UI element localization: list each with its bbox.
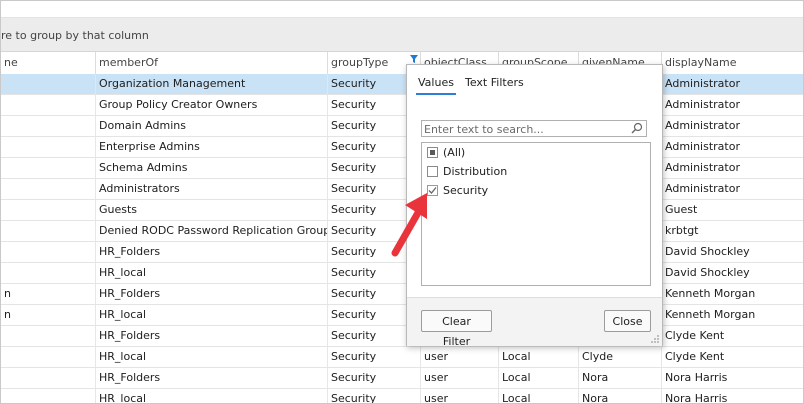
- table-row[interactable]: HR_Folders Security user Local Nora Nora Harr…: [1, 368, 803, 389]
- cell-objectclass[interactable]: user: [421, 389, 499, 403]
- table-row[interactable]: Enterprise Admins Security Administrator: [1, 137, 803, 158]
- cell-name[interactable]: [1, 368, 96, 388]
- cell-memberof[interactable]: HR_Folders: [96, 284, 328, 304]
- tab-text-filters[interactable]: Text Filters: [465, 76, 524, 89]
- column-header-memberof[interactable]: memberOf: [96, 52, 328, 74]
- cell-memberof[interactable]: Guests: [96, 200, 328, 220]
- table-row[interactable]: HR_local Security user Local Clyde Clyde Kent: [1, 347, 803, 368]
- cell-displayname[interactable]: Administrator: [662, 158, 803, 178]
- cell-groupscope[interactable]: Local: [499, 347, 579, 367]
- cell-objectclass[interactable]: user: [421, 368, 499, 388]
- cell-displayname[interactable]: Clyde Kent: [662, 326, 803, 346]
- cell-name[interactable]: [1, 200, 96, 220]
- cell-displayname[interactable]: David Shockley: [662, 263, 803, 283]
- cell-displayname[interactable]: Kenneth Morgan: [662, 305, 803, 325]
- cell-memberof[interactable]: HR_local: [96, 347, 328, 367]
- table-row[interactable]: HR_Folders Security Clyde Kent: [1, 326, 803, 347]
- cell-name[interactable]: [1, 137, 96, 157]
- cell-name[interactable]: [1, 74, 96, 94]
- annotation-arrow-icon: [391, 193, 427, 257]
- cell-grouptype[interactable]: Security: [328, 368, 421, 388]
- cell-name[interactable]: [1, 221, 96, 241]
- cell-memberof[interactable]: Enterprise Admins: [96, 137, 328, 157]
- column-header-row: ne memberOf groupType objectClass groupS…: [1, 52, 803, 75]
- checkbox-indeterminate[interactable]: [427, 147, 438, 158]
- cell-grouptype[interactable]: Security: [328, 347, 421, 367]
- group-by-panel[interactable]: re to group by that column: [1, 18, 803, 52]
- cell-displayname[interactable]: Administrator: [662, 116, 803, 136]
- filter-tabs: Values Text Filters: [407, 65, 662, 101]
- cell-displayname[interactable]: Clyde Kent: [662, 347, 803, 367]
- cell-name[interactable]: [1, 389, 96, 403]
- tab-values[interactable]: Values: [416, 76, 456, 95]
- cell-name[interactable]: [1, 263, 96, 283]
- filter-popup-footer: Clear Filter Close: [407, 297, 662, 348]
- cell-grouptype[interactable]: Security: [328, 389, 421, 403]
- cell-displayname[interactable]: Guest: [662, 200, 803, 220]
- cell-memberof[interactable]: Denied RODC Password Replication Group: [96, 221, 328, 241]
- cell-name[interactable]: [1, 347, 96, 367]
- cell-displayname[interactable]: Kenneth Morgan: [662, 284, 803, 304]
- cell-name[interactable]: [1, 242, 96, 262]
- cell-memberof[interactable]: Administrators: [96, 179, 328, 199]
- cell-groupscope[interactable]: Local: [499, 389, 579, 403]
- cell-memberof[interactable]: HR_local: [96, 389, 328, 403]
- cell-name[interactable]: [1, 95, 96, 115]
- table-row[interactable]: Domain Admins Security Administrator: [1, 116, 803, 137]
- cell-memberof[interactable]: HR_Folders: [96, 326, 328, 346]
- column-header-displayname[interactable]: displayName: [662, 52, 803, 74]
- cell-memberof[interactable]: HR_local: [96, 305, 328, 325]
- cell-name[interactable]: [1, 158, 96, 178]
- filter-value-label: Security: [443, 184, 489, 197]
- cell-name[interactable]: [1, 326, 96, 346]
- cell-name[interactable]: [1, 179, 96, 199]
- toolbar-strip: [1, 1, 803, 18]
- table-row[interactable]: HR_local Security user Local Nora Nora Harris: [1, 389, 803, 403]
- filter-search-box: [421, 120, 647, 138]
- cell-displayname[interactable]: Administrator: [662, 74, 803, 94]
- column-header-name[interactable]: ne: [1, 52, 96, 74]
- search-icon: [631, 122, 643, 134]
- cell-displayname[interactable]: Administrator: [662, 137, 803, 157]
- cell-memberof[interactable]: HR_local: [96, 263, 328, 283]
- table-row[interactable]: n HR_Folders Security Kenneth Morgan: [1, 284, 803, 305]
- grid-window: re to group by that column ne memberOf g…: [0, 0, 804, 404]
- table-row[interactable]: Organization Management Security Administr…: [1, 74, 803, 95]
- cell-memberof[interactable]: Organization Management: [96, 74, 328, 94]
- close-button[interactable]: Close: [604, 310, 651, 332]
- group-by-hint: re to group by that column: [1, 29, 149, 42]
- cell-memberof[interactable]: Schema Admins: [96, 158, 328, 178]
- filter-values-list: (All) Distribution Security: [421, 142, 651, 286]
- cell-givenname[interactable]: Nora: [579, 389, 662, 403]
- cell-displayname[interactable]: Administrator: [662, 179, 803, 199]
- cell-displayname[interactable]: krbtgt: [662, 221, 803, 241]
- filter-search-input[interactable]: [422, 121, 631, 138]
- cell-memberof[interactable]: Domain Admins: [96, 116, 328, 136]
- clear-filter-button[interactable]: Clear Filter: [421, 310, 492, 348]
- column-filter-popup: Values Text Filters (All) Distribution: [406, 64, 663, 348]
- cell-displayname[interactable]: Nora Harris: [662, 368, 803, 388]
- cell-displayname[interactable]: Nora Harris: [662, 389, 803, 403]
- cell-name[interactable]: [1, 116, 96, 136]
- cell-memberof[interactable]: HR_Folders: [96, 368, 328, 388]
- cell-memberof[interactable]: HR_Folders: [96, 242, 328, 262]
- resize-grip-icon[interactable]: [650, 334, 660, 344]
- cell-groupscope[interactable]: Local: [499, 368, 579, 388]
- cell-givenname[interactable]: Nora: [579, 368, 662, 388]
- cell-displayname[interactable]: Administrator: [662, 95, 803, 115]
- cell-name[interactable]: n: [1, 284, 96, 304]
- cell-displayname[interactable]: David Shockley: [662, 242, 803, 262]
- filter-value-label: Distribution: [443, 165, 508, 178]
- cell-memberof[interactable]: Group Policy Creator Owners: [96, 95, 328, 115]
- cell-name[interactable]: n: [1, 305, 96, 325]
- filter-value-label: (All): [443, 146, 466, 159]
- table-row[interactable]: n HR_local Security Kenneth Morgan: [1, 305, 803, 326]
- table-row[interactable]: Group Policy Creator Owners Security Admin…: [1, 95, 803, 116]
- cell-givenname[interactable]: Clyde: [579, 347, 662, 367]
